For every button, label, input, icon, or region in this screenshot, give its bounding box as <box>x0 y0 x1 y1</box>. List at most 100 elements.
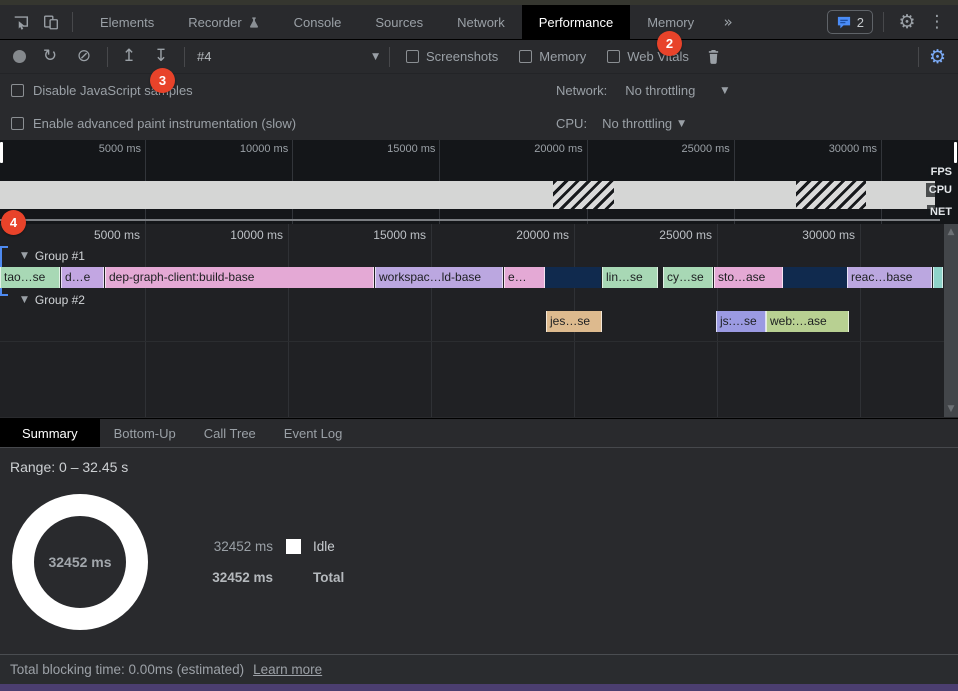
issues-count: 2 <box>857 15 864 30</box>
vertical-scrollbar[interactable]: ▲ ▼ <box>944 224 958 417</box>
options-row-1: Disable JavaScript samples Network: No t… <box>0 74 958 107</box>
flame-bar-row: tao…sed…edep-graph-client:build-basework… <box>0 267 944 288</box>
separator <box>918 47 919 67</box>
overview-right-handle[interactable] <box>954 142 957 163</box>
legend-value: 32452 ms <box>205 539 273 554</box>
flame-tick-label: 20000 ms <box>516 228 569 242</box>
capture-settings-gear-icon[interactable]: ⚙ <box>929 46 946 68</box>
inspect-element-icon <box>12 13 30 31</box>
tab-summary[interactable]: Summary <box>0 419 100 447</box>
overview-tick-label: 30000 ms <box>829 143 877 155</box>
tab-recorder[interactable]: Recorder <box>171 5 276 40</box>
trash-icon <box>707 49 720 64</box>
advanced-paint-checkbox[interactable] <box>11 117 24 130</box>
tab-performance[interactable]: Performance <box>522 5 630 40</box>
checkbox-screenshots[interactable]: Screenshots <box>406 49 498 64</box>
separator <box>389 47 390 67</box>
tab-call-tree[interactable]: Call Tree <box>190 419 270 447</box>
history-selected-value: #4 <box>197 49 211 64</box>
trash-icon[interactable] <box>699 42 729 72</box>
scroll-down-icon[interactable]: ▼ <box>948 401 955 417</box>
more-options-icon[interactable]: ⋮ <box>922 7 952 37</box>
legend-label: Idle <box>313 539 373 554</box>
load-profile-icon[interactable]: ↥ <box>114 42 144 72</box>
checkbox-box[interactable] <box>406 50 419 63</box>
learn-more-link[interactable]: Learn more <box>253 662 322 677</box>
tab-network[interactable]: Network <box>440 5 522 40</box>
flame-bar[interactable]: tao…se <box>0 267 60 288</box>
flame-bar[interactable]: cy…se <box>663 267 713 288</box>
device-toolbar-icon[interactable] <box>36 7 66 37</box>
flame-bar[interactable]: lin…se <box>602 267 658 288</box>
tab-sources[interactable]: Sources <box>358 5 440 40</box>
legend-value: 32452 ms <box>205 570 273 585</box>
save-profile-icon[interactable]: ↧ <box>146 42 176 72</box>
overview-tick-label: 25000 ms <box>682 143 730 155</box>
scroll-up-icon[interactable]: ▲ <box>948 224 955 240</box>
tab-elements[interactable]: Elements <box>83 5 171 40</box>
checkbox-box[interactable] <box>519 50 532 63</box>
tab-label: Sources <box>375 15 423 30</box>
issues-badge[interactable]: 2 <box>827 10 873 34</box>
separator <box>184 47 185 67</box>
flame-bar[interactable]: jes…se <box>546 311 602 332</box>
group-header[interactable]: ▼Group #2 <box>0 290 940 310</box>
flame-bar[interactable]: js:…se <box>716 311 766 332</box>
tab-console[interactable]: Console <box>277 5 359 40</box>
checkbox-box[interactable] <box>607 50 620 63</box>
flame-bar[interactable]: sto…ase <box>714 267 783 288</box>
lane-label-cpu: CPU <box>926 183 955 197</box>
flame-chart[interactable]: 5000 ms10000 ms15000 ms20000 ms25000 ms3… <box>0 224 958 417</box>
collapse-triangle-icon[interactable]: ▼ <box>21 251 28 261</box>
checkbox-label: Screenshots <box>426 49 498 64</box>
overview-tick-label: 10000 ms <box>240 143 288 155</box>
cpu-throttling-label: CPU: <box>556 116 587 131</box>
reload-and-record-icon[interactable]: ↻ <box>35 42 65 72</box>
flame-bar[interactable] <box>933 267 943 288</box>
tab-event-log[interactable]: Event Log <box>270 419 357 447</box>
flame-bar[interactable]: dep-graph-client:build-base <box>105 267 374 288</box>
capture-options: Screenshots Memory Web Vitals <box>406 49 689 64</box>
timeline-overview[interactable]: 5000 ms10000 ms15000 ms20000 ms25000 ms3… <box>0 140 958 224</box>
legend-swatch <box>286 539 301 554</box>
checkbox-label: Web Vitals <box>627 49 689 64</box>
collapse-triangle-icon[interactable]: ▼ <box>21 295 28 305</box>
separator <box>883 12 884 32</box>
cpu-throttling-select[interactable]: CPU: No throttling ▼ <box>556 116 685 131</box>
group-header[interactable]: ▼Group #1 <box>0 246 940 266</box>
flame-gap <box>545 267 601 288</box>
record-button[interactable] <box>13 50 26 63</box>
settings-gear-icon[interactable]: ⚙ <box>892 7 922 37</box>
overview-left-handle[interactable] <box>0 142 3 163</box>
performance-toolbar: ↻ ⊘ ↥ ↧ #4 ▼ Screenshots Memory Web Vitals… <box>0 40 958 74</box>
details-tabbar: SummaryBottom-UpCall TreeEvent Log <box>0 418 958 448</box>
tab-label: Memory <box>647 15 694 30</box>
total-blocking-time-text: Total blocking time: 0.00ms (estimated) <box>10 662 244 677</box>
flame-bar-row: jes…se js:…seweb:…ase <box>0 311 944 332</box>
network-throttling-select[interactable]: Network: No throttling ▼ <box>556 83 728 98</box>
history-select[interactable]: #4 ▼ <box>197 49 379 64</box>
inspect-element-icon[interactable] <box>6 7 36 37</box>
lane-label-net: NET <box>927 205 955 219</box>
legend-row: 32452 ms Total <box>205 567 373 587</box>
more-tabs-icon[interactable]: » <box>713 7 743 37</box>
cpu-busy-hatch <box>553 181 614 209</box>
flame-bar[interactable]: d…e <box>61 267 104 288</box>
network-throttling-value: No throttling <box>625 83 695 98</box>
checkbox-memory[interactable]: Memory <box>519 49 586 64</box>
flame-bar[interactable]: workspac…ld-base <box>375 267 503 288</box>
chevron-down-icon: ▼ <box>678 119 685 129</box>
tab-bottom-up[interactable]: Bottom-Up <box>100 419 190 447</box>
cpu-busy-hatch <box>796 181 866 209</box>
legend-label: Total <box>313 570 373 585</box>
separator <box>107 47 108 67</box>
flame-bar[interactable]: web:…ase <box>766 311 849 332</box>
clear-recording-icon[interactable]: ⊘ <box>69 42 99 72</box>
panel-tabs: Elements RecorderConsole Sources NetworkPer… <box>83 5 711 40</box>
tab-label: Elements <box>100 15 154 30</box>
flame-tick-label: 25000 ms <box>659 228 712 242</box>
chevron-down-icon: ▼ <box>372 52 379 62</box>
disable-js-samples-checkbox[interactable] <box>11 84 24 97</box>
flame-bar[interactable]: reac…base <box>847 267 932 288</box>
flame-bar[interactable]: e… <box>504 267 545 288</box>
